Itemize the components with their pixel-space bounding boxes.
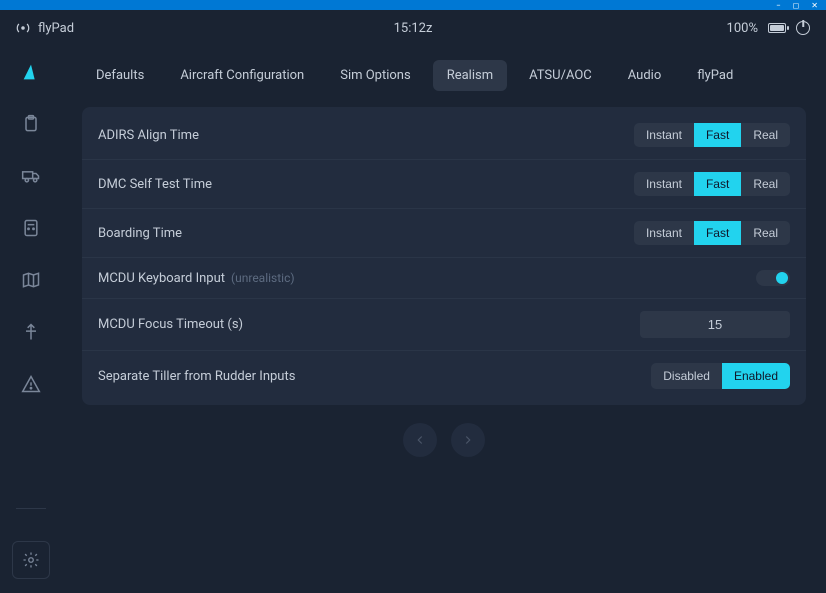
sidebar-map-icon[interactable] [19,268,43,292]
pager-next[interactable] [451,423,485,457]
sidebar-divider [16,508,46,509]
toggle-dmc: Instant Fast Real [634,172,790,196]
sidebar-settings-button[interactable] [12,541,50,579]
sidebar-clipboard-icon[interactable] [19,112,43,136]
window-maximize[interactable]: ◻ [793,1,800,10]
label-tiller: Separate Tiller from Rudder Inputs [98,369,295,384]
tab-realism[interactable]: Realism [433,60,507,91]
clock: 15:12z [394,21,433,36]
boarding-fast[interactable]: Fast [694,221,741,245]
sidebar-atc-icon[interactable] [19,320,43,344]
pager [82,423,806,457]
label-dmc: DMC Self Test Time [98,177,212,192]
row-boarding-time: Boarding Time Instant Fast Real [82,209,806,258]
settings-panel: ADIRS Align Time Instant Fast Real DMC S… [82,107,806,405]
dmc-instant[interactable]: Instant [634,172,694,196]
row-mcdu-timeout: MCDU Focus Timeout (s) [82,299,806,351]
broadcast-icon [16,21,30,35]
tab-sim-options[interactable]: Sim Options [326,60,424,91]
row-tiller: Separate Tiller from Rudder Inputs Disab… [82,351,806,401]
tab-flypad[interactable]: flyPad [683,60,747,91]
app-header: flyPad 15:12z 100% [0,10,826,46]
tiller-enabled[interactable]: Enabled [722,363,790,389]
toggle-tiller: Disabled Enabled [651,363,790,389]
label-mcdu-keyboard: MCDU Keyboard Input [98,271,225,286]
app-name: flyPad [38,21,74,36]
sidebar-home-icon[interactable] [19,60,43,84]
sidebar-calculator-icon[interactable] [19,216,43,240]
row-adirs-align-time: ADIRS Align Time Instant Fast Real [82,111,806,160]
dmc-real[interactable]: Real [741,172,790,196]
battery-percent: 100% [727,21,758,36]
sidebar [0,10,62,593]
toggle-boarding: Instant Fast Real [634,221,790,245]
tab-atsu-aoc[interactable]: ATSU/AOC [515,60,606,91]
tab-defaults[interactable]: Defaults [82,60,158,91]
hint-mcdu-keyboard: (unrealistic) [231,271,295,285]
os-titlebar: − ◻ ✕ [0,0,826,10]
battery-icon [768,23,786,33]
input-mcdu-timeout[interactable] [640,311,790,338]
boarding-real[interactable]: Real [741,221,790,245]
tab-aircraft-configuration[interactable]: Aircraft Configuration [166,60,318,91]
sidebar-warning-icon[interactable] [19,372,43,396]
tab-audio[interactable]: Audio [614,60,675,91]
sidebar-truck-icon[interactable] [19,164,43,188]
window-close[interactable]: ✕ [811,1,818,10]
row-dmc-self-test: DMC Self Test Time Instant Fast Real [82,160,806,209]
main-content: Defaults Aircraft Configuration Sim Opti… [62,10,826,593]
adirs-fast[interactable]: Fast [694,123,741,147]
adirs-real[interactable]: Real [741,123,790,147]
label-adirs: ADIRS Align Time [98,128,199,143]
power-icon[interactable] [796,21,810,35]
switch-mcdu-keyboard[interactable] [756,270,790,286]
adirs-instant[interactable]: Instant [634,123,694,147]
tiller-disabled[interactable]: Disabled [651,363,722,389]
toggle-adirs: Instant Fast Real [634,123,790,147]
pager-prev[interactable] [403,423,437,457]
label-mcdu-timeout: MCDU Focus Timeout (s) [98,317,243,332]
label-boarding: Boarding Time [98,226,182,241]
boarding-instant[interactable]: Instant [634,221,694,245]
window-minimize[interactable]: − [776,1,781,10]
settings-tabs: Defaults Aircraft Configuration Sim Opti… [82,60,806,91]
row-mcdu-keyboard: MCDU Keyboard Input (unrealistic) [82,258,806,299]
dmc-fast[interactable]: Fast [694,172,741,196]
